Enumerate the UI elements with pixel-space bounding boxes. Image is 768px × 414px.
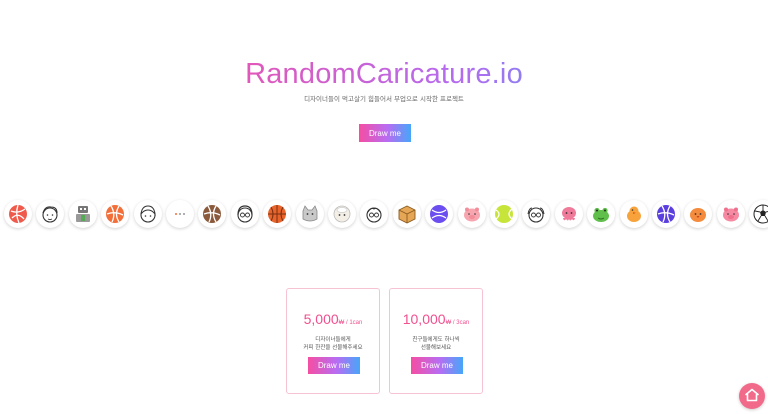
card-desc-line: 친구들에게도 하나씩 bbox=[412, 337, 460, 343]
purple-ball-icon bbox=[425, 200, 454, 228]
pink-octopus-icon bbox=[554, 200, 583, 228]
orange-bird-icon bbox=[684, 200, 713, 228]
caricature-icon-strip bbox=[0, 198, 768, 232]
tennis-ball-icon bbox=[490, 200, 518, 228]
brown-volleyball-icon bbox=[198, 200, 227, 228]
speech-dots-icon bbox=[166, 200, 194, 228]
card-desc-line: 선물해보세요 bbox=[420, 345, 452, 351]
home-icon bbox=[745, 387, 759, 406]
card-draw-me-button[interactable]: Draw me bbox=[308, 357, 360, 374]
robot-figure-icon bbox=[68, 200, 97, 228]
sheep-icon bbox=[328, 200, 356, 228]
red-volleyball-icon bbox=[4, 200, 32, 228]
basketball-icon bbox=[263, 200, 292, 228]
pink-pig-face-icon bbox=[716, 200, 745, 228]
pricing-card-1can: 5,000₩ / 1can 디자이너들에게 커피 한잔을 선물해주세요 Draw… bbox=[286, 288, 380, 394]
woman-glasses-face-icon bbox=[230, 200, 259, 228]
page-title: RandomCaricature.io bbox=[0, 58, 768, 91]
pricing-card-3can: 10,000₩ / 3can 친구들에게도 하나씩 선물해보세요 Draw me bbox=[389, 288, 483, 394]
price-amount: 5,000 bbox=[303, 311, 339, 327]
purple-volleyball-icon bbox=[652, 200, 680, 228]
card-desc-line: 커피 한잔을 선물해주세요 bbox=[303, 345, 363, 351]
card-price: 10,000₩ / 3can bbox=[390, 311, 482, 329]
orange-chick-icon bbox=[619, 200, 648, 228]
soccer-ball-icon bbox=[749, 200, 768, 228]
old-man-glasses-icon bbox=[360, 200, 389, 228]
price-unit: ₩ / 3can bbox=[445, 320, 470, 326]
pink-pig-icon bbox=[457, 200, 486, 228]
cardboard-box-icon bbox=[392, 200, 421, 228]
gray-cat-icon bbox=[295, 200, 324, 228]
man-outline-face-icon bbox=[36, 200, 65, 228]
home-fab-button[interactable] bbox=[739, 383, 765, 409]
hero-draw-me-button[interactable]: Draw me bbox=[359, 124, 411, 142]
orange-volleyball-icon bbox=[101, 200, 130, 228]
price-unit: ₩ / 1can bbox=[338, 320, 363, 326]
card-description: 디자이너들에게 커피 한잔을 선물해주세요 bbox=[287, 336, 379, 352]
card-desc-line: 디자이너들에게 bbox=[315, 337, 351, 343]
page-subtitle: 디자이너들이 먹고살기 힘들어서 부업으로 시작한 프로젝트 bbox=[304, 95, 464, 103]
man-face-outline-icon bbox=[133, 200, 162, 228]
price-amount: 10,000 bbox=[402, 311, 446, 327]
green-frog-icon bbox=[587, 200, 616, 228]
card-price: 5,000₩ / 1can bbox=[287, 311, 379, 329]
card-draw-me-button[interactable]: Draw me bbox=[411, 357, 463, 374]
card-description: 친구들에게도 하나씩 선물해보세요 bbox=[390, 336, 482, 352]
grandpa-glasses-icon bbox=[522, 200, 551, 228]
